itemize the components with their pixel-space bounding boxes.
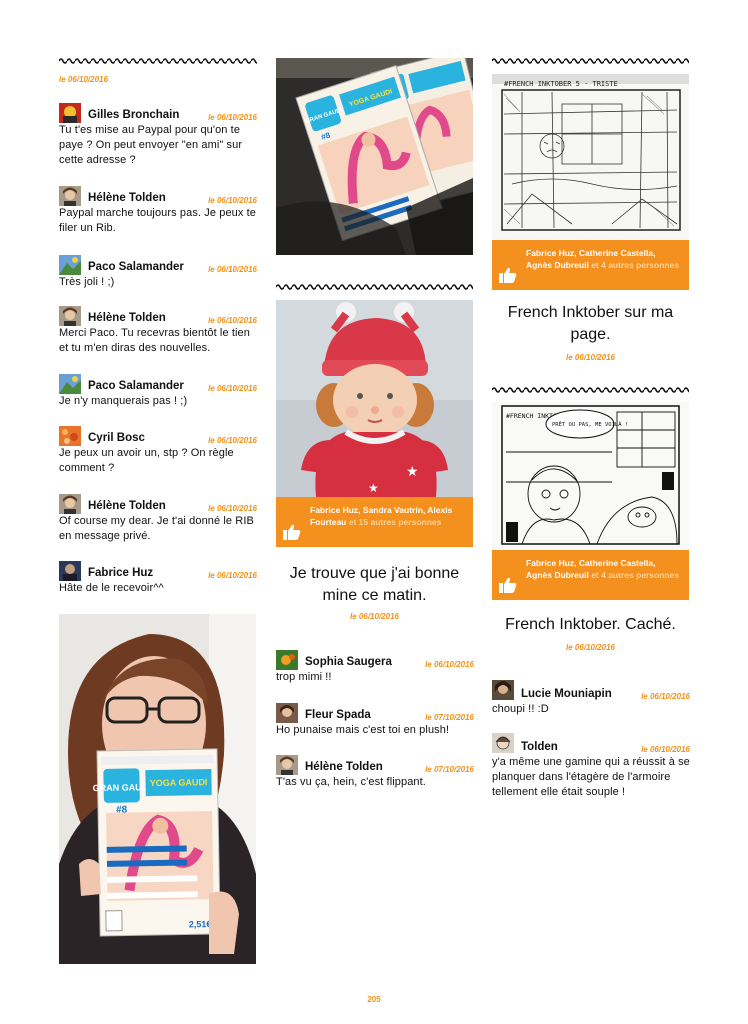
comment-text: Of course my dear. Je t'ai donné le RIB … [59, 515, 254, 542]
comment-text: trop mimi !! [276, 671, 332, 683]
comment-text: T'as vu ça, hein, c'est flippant. [276, 776, 426, 788]
thumbs-up-icon [283, 524, 301, 540]
comment-author[interactable]: Cyril Bosc [88, 432, 145, 444]
comment: Hélène Tolden le 06/10/2016 Of course my… [59, 494, 257, 544]
likes-bar[interactable]: Fabrice Huz, Sandra Vautrin, Alexis Four… [276, 497, 473, 547]
avatar[interactable] [59, 255, 81, 275]
comment-date: le 06/10/2016 [641, 692, 690, 701]
comment-author[interactable]: Sophia Saugera [305, 656, 392, 668]
post-date: le 06/10/2016 [59, 75, 108, 84]
avatar[interactable] [59, 494, 81, 514]
avatar[interactable] [59, 186, 81, 206]
comment-date: le 06/10/2016 [208, 316, 257, 325]
avatar[interactable] [59, 561, 81, 581]
comment-author[interactable]: Paco Salamander [88, 261, 184, 273]
post-caption: French Inktober sur ma page. [507, 304, 674, 343]
post-date: le 06/10/2016 [566, 643, 615, 652]
likes-bar[interactable]: Fabrice Huz, Catherine Castella, Agnès D… [492, 240, 689, 290]
comment: Hélène Tolden le 06/10/2016 Merci Paco. … [59, 306, 257, 356]
comment: Paco Salamander le 06/10/2016 Je n'y man… [59, 374, 257, 409]
comment: Tolden le 06/10/2016 y'a même une gamine… [492, 733, 690, 800]
comment-date: le 06/10/2016 [208, 504, 257, 513]
wavy-divider [492, 386, 689, 394]
avatar[interactable] [276, 703, 298, 723]
likes-others[interactable]: et 4 autres personnes [591, 570, 679, 580]
comment: Hélène Tolden le 06/10/2016 Paypal march… [59, 186, 257, 236]
comment-author[interactable]: Gilles Bronchain [88, 109, 179, 121]
comment: Lucie Mouniapin le 06/10/2016 choupi !! … [492, 680, 690, 717]
comment: Hélène Tolden le 07/10/2016 T'as vu ça, … [276, 755, 474, 790]
comment-author[interactable]: Paco Salamander [88, 380, 184, 392]
magazine-price: 2,51€ [189, 919, 212, 929]
avatar[interactable] [492, 680, 514, 700]
comment-author[interactable]: Hélène Tolden [88, 312, 166, 324]
likes-others[interactable]: et 4 autres personnes [591, 260, 679, 270]
comment: Paco Salamander le 06/10/2016 Très joli … [59, 255, 257, 290]
post-date: le 06/10/2016 [350, 612, 399, 621]
comment-date: le 06/10/2016 [208, 196, 257, 205]
comment: Sophia Saugera le 06/10/2016 trop mimi !… [276, 650, 474, 685]
avatar[interactable] [492, 733, 514, 753]
avatar[interactable] [59, 374, 81, 394]
comment-date: le 06/10/2016 [208, 384, 257, 393]
sketch-text: #FRENCH INKTOBER 5 - TRISTE [504, 80, 618, 88]
comment: Cyril Bosc le 06/10/2016 Je peux un avoi… [59, 426, 257, 476]
comment-date: le 06/10/2016 [425, 660, 474, 669]
comment-date: le 06/10/2016 [208, 571, 257, 580]
svg-text:★: ★ [368, 481, 379, 495]
comment-author[interactable]: Lucie Mouniapin [521, 688, 612, 700]
comment-text: Merci Paco. Tu recevras bientôt le tien … [59, 327, 250, 354]
comment-text: Paypal marche toujours pas. Je peux te f… [59, 207, 257, 234]
wavy-divider [492, 57, 689, 65]
comment-text: Je n'y manquerais pas ! ;) [59, 395, 188, 407]
comment: Gilles Bronchain le 06/10/2016 Tu t'es m… [59, 103, 257, 168]
comment-author[interactable]: Hélène Tolden [305, 761, 383, 773]
avatar[interactable] [276, 755, 298, 775]
comment-date: le 06/10/2016 [208, 436, 257, 445]
comment-date: le 07/10/2016 [425, 765, 474, 774]
inktober-sketch-photo[interactable]: #FRENCH INKTOBER 5 - TRISTE [492, 74, 689, 240]
comment-author[interactable]: Fleur Spada [305, 709, 371, 721]
page-number: 205 [367, 995, 381, 1004]
post-date: le 06/10/2016 [566, 353, 615, 362]
comment: Fleur Spada le 07/10/2016 Ho punaise mai… [276, 703, 474, 738]
thumbs-up-icon [499, 577, 517, 593]
comment-date: le 06/10/2016 [208, 265, 257, 274]
avatar[interactable] [276, 650, 298, 670]
magazine-logo: GRAN GAUDI [93, 782, 151, 793]
comment-text: Hâte de le recevoir^^ [59, 582, 164, 594]
avatar[interactable] [59, 103, 81, 123]
selfie-photo[interactable]: GRAN GAUDI #8 YOGA GAUDI 2,51€ [59, 614, 256, 964]
comment-author[interactable]: Tolden [521, 741, 558, 753]
likes-others[interactable]: et 15 autres personnes [349, 517, 442, 527]
comment-text: y'a même une gamine qui a réussit à se p… [492, 756, 690, 798]
comment-text: Tu t'es mise au Paypal pour qu'on te pay… [59, 124, 243, 166]
comment-date: le 07/10/2016 [425, 713, 474, 722]
magazine-title: YOGA GAUDI [150, 777, 208, 788]
likes-bar[interactable]: Fabrice Huz, Catherine Castella, Agnès D… [492, 550, 689, 600]
inktober-sketch-photo[interactable]: #FRENCH INKTOBER 6 CACHÉ PRÊT OU PAS, ME… [492, 402, 689, 550]
post-caption: Je trouve que j'ai bonne mine ce matin. [289, 565, 460, 604]
avatar[interactable] [59, 306, 81, 326]
comment-author[interactable]: Hélène Tolden [88, 192, 166, 204]
comment-author[interactable]: Hélène Tolden [88, 500, 166, 512]
post-caption: French Inktober. Caché. [505, 616, 676, 633]
wavy-divider [59, 57, 257, 65]
comment-date: le 06/10/2016 [641, 745, 690, 754]
thumbs-up-icon [499, 267, 517, 283]
wavy-divider [276, 283, 473, 291]
comment-text: choupi !! :D [492, 703, 549, 715]
comment-text: Je peux un avoir un, stp ? On règle comm… [59, 447, 234, 474]
magazine-stack-photo[interactable]: GRAN GAUDI #8 YOGA GAUDI [276, 58, 473, 255]
comment-author[interactable]: Fabrice Huz [88, 567, 153, 579]
comment-text: Très joli ! ;) [59, 276, 115, 288]
svg-text:★: ★ [406, 464, 419, 480]
doll-photo[interactable]: ★ ★ [276, 300, 473, 497]
comment-date: le 06/10/2016 [208, 113, 257, 122]
comment: Fabrice Huz le 06/10/2016 Hâte de le rec… [59, 561, 257, 596]
avatar[interactable] [59, 426, 81, 446]
comment-text: Ho punaise mais c'est toi en plush! [276, 724, 450, 736]
